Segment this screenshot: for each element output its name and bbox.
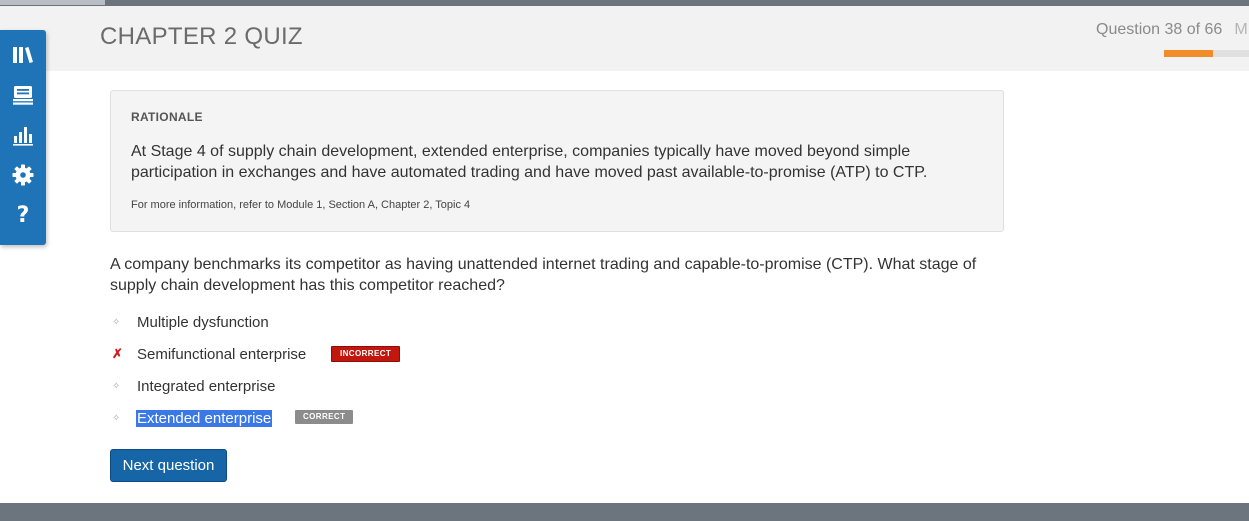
question-counter-trail: M <box>1234 21 1248 38</box>
question-text: A company benchmarks its competitor as h… <box>110 256 977 294</box>
answer-label: Integrated enterprise <box>137 377 276 395</box>
settings-button[interactable] <box>9 161 37 189</box>
answer-option[interactable]: ✧ Extended enterprise <box>110 407 273 429</box>
quiz-progress-fill <box>1164 50 1213 57</box>
help-button[interactable]: ? <box>9 201 37 229</box>
answer-option[interactable]: ✧ Integrated enterprise <box>110 375 276 397</box>
answer-label: Semifunctional enterprise <box>137 345 307 363</box>
rationale-panel: RATIONALE At Stage 4 of supply chain dev… <box>110 90 1004 232</box>
question-counter: Question 38 of 66 M <box>1096 21 1248 39</box>
quiz-header: CHAPTER 2 QUIZ Question 38 of 66 M <box>0 6 1249 71</box>
bottom-bar <box>0 503 1249 521</box>
answer-label-selected: Extended enterprise <box>136 409 273 427</box>
bar-chart-icon <box>13 127 33 146</box>
quiz-title: CHAPTER 2 QUIZ <box>100 23 303 50</box>
answer-option[interactable]: ✗ Semifunctional enterprise <box>110 343 307 365</box>
answer-marker-icon: ✧ <box>112 316 121 328</box>
rationale-text: At Stage 4 of supply chain development, … <box>131 143 928 181</box>
stats-button[interactable] <box>9 121 37 149</box>
incorrect-x-icon: ✗ <box>112 346 123 361</box>
flashcards-icon <box>13 86 33 105</box>
help-icon: ? <box>16 202 30 228</box>
quiz-progress-bar <box>1164 50 1249 57</box>
next-question-button[interactable]: Next question <box>110 449 227 482</box>
correct-badge: CORRECT <box>295 410 354 424</box>
top-strip-segment <box>0 0 105 5</box>
answer-marker-icon: ✧ <box>112 380 121 392</box>
answer-option[interactable]: ✧ Multiple dysfunction <box>110 311 270 333</box>
library-button[interactable] <box>9 41 37 69</box>
side-toolbar: ? <box>0 30 46 245</box>
rationale-reference: For more information, refer to Module 1,… <box>131 199 471 211</box>
answer-label: Multiple dysfunction <box>137 313 269 331</box>
flashcards-button[interactable] <box>9 81 37 109</box>
question-counter-text: Question 38 of 66 <box>1096 21 1223 38</box>
rationale-title: RATIONALE <box>131 110 203 124</box>
answer-marker-icon: ✧ <box>112 412 121 424</box>
library-icon <box>13 47 33 63</box>
incorrect-badge: INCORRECT <box>331 346 401 362</box>
gear-icon <box>12 164 34 186</box>
